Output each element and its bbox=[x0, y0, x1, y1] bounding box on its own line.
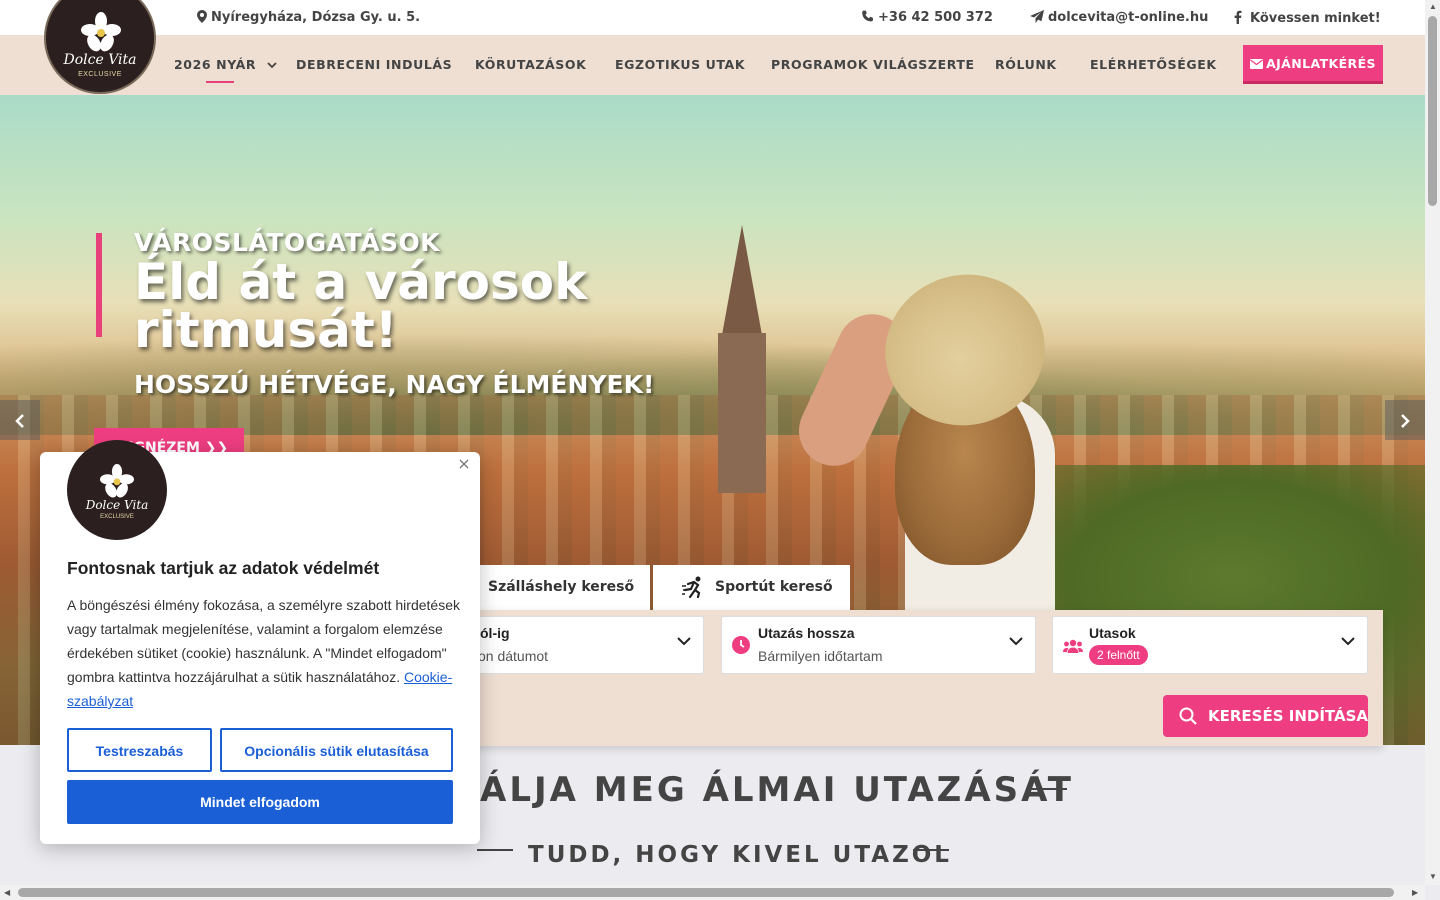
section-heading-dream-trip: ÁLJA MEG ÁLMAI UTAZÁSÁT bbox=[480, 770, 1074, 810]
phone-text: +36 42 500 372 bbox=[878, 10, 993, 25]
scroll-down-arrow[interactable]: ▼ bbox=[1429, 872, 1437, 881]
email-link[interactable]: dolcevita@t-online.hu bbox=[1030, 10, 1208, 25]
chevron-down-icon bbox=[267, 62, 277, 69]
chevron-right-icon bbox=[1401, 414, 1410, 428]
cookie-dialog-text: A böngészési élmény fokozása, a személyr… bbox=[67, 593, 462, 713]
cookie-dialog-title: Fontosnak tartjuk az adatok védelmét bbox=[67, 558, 380, 578]
cookie-logo-brand: Dolce Vita bbox=[85, 498, 149, 512]
scroll-left-arrow[interactable]: ◀ bbox=[4, 888, 10, 897]
scroll-right-arrow[interactable]: ▶ bbox=[1412, 888, 1418, 897]
slide-accent-bar bbox=[96, 233, 102, 337]
phone-link[interactable]: +36 42 500 372 bbox=[861, 10, 993, 25]
tab-sport-trip-search[interactable]: Sportút kereső bbox=[653, 565, 850, 611]
chevron-down-icon bbox=[1009, 637, 1023, 646]
runner-icon bbox=[682, 576, 701, 598]
customize-button[interactable]: Testreszabás bbox=[67, 728, 212, 772]
travelers-field[interactable]: Utasok 2 felnőtt bbox=[1052, 616, 1368, 674]
cookie-consent-dialog: Dolce Vita EXCLUSIVE Fontosnak tartjuk a… bbox=[40, 440, 480, 844]
nav-item-debrecen[interactable]: DEBRECENI INDULÁS bbox=[296, 57, 452, 72]
cookie-logo-subtitle: EXCLUSIVE bbox=[100, 514, 134, 520]
chevron-left-icon bbox=[15, 414, 24, 428]
nav-item-contact[interactable]: ELÉRHETŐSÉGEK bbox=[1090, 57, 1217, 72]
facebook-text: Kövessen minket! bbox=[1250, 11, 1381, 26]
users-icon bbox=[1063, 639, 1083, 653]
heading-divider bbox=[1031, 788, 1067, 790]
heading-divider bbox=[477, 849, 513, 851]
envelope-icon bbox=[1250, 59, 1264, 69]
travelers-count-badge: 2 felnőtt bbox=[1089, 645, 1148, 665]
start-search-button[interactable]: KERESÉS INDÍTÁSA bbox=[1163, 695, 1368, 737]
reject-optional-button[interactable]: Opcionális sütik elutasítása bbox=[220, 728, 453, 772]
email-text: dolcevita@t-online.hu bbox=[1048, 10, 1209, 25]
cookie-dialog-logo: Dolce Vita EXCLUSIVE bbox=[67, 440, 167, 540]
facebook-link[interactable]: Kövessen minket! bbox=[1233, 10, 1381, 26]
horizontal-scrollbar[interactable]: ◀ ▶ bbox=[0, 885, 1425, 900]
hero-cathedral-spire bbox=[722, 225, 762, 335]
nav-item-programs[interactable]: PROGRAMOK VILÁGSZERTE bbox=[771, 57, 975, 72]
search-icon bbox=[1179, 707, 1197, 725]
vertical-scroll-thumb[interactable] bbox=[1428, 16, 1437, 206]
paper-plane-icon bbox=[1030, 10, 1044, 23]
top-bar: Nyíregyháza, Dózsa Gy. u. 5. +36 42 500 … bbox=[0, 0, 1425, 35]
nav-active-indicator bbox=[206, 81, 234, 83]
close-icon[interactable] bbox=[456, 456, 472, 472]
section-heading-who: TUDD, HOGY KIVEL UTAZOL bbox=[528, 842, 952, 868]
date-range-label: ól-ig bbox=[480, 625, 510, 641]
slider-prev-arrow[interactable] bbox=[0, 400, 40, 440]
slide-title: Éld át a városok ritmusát! bbox=[134, 253, 588, 359]
offer-request-button[interactable]: AJÁNLATKÉRÉS bbox=[1243, 45, 1383, 84]
main-nav: 2026 NYÁR DEBRECENI INDULÁS KÖRUTAZÁSOK … bbox=[0, 35, 1425, 95]
clock-icon bbox=[732, 636, 750, 654]
address-text: Nyíregyháza, Dózsa Gy. u. 5. bbox=[211, 10, 421, 25]
address: Nyíregyháza, Dózsa Gy. u. 5. bbox=[197, 10, 420, 25]
heading-divider bbox=[913, 849, 949, 851]
nav-item-exotic[interactable]: EGZOTIKUS UTAK bbox=[615, 57, 745, 72]
offer-request-label: AJÁNLATKÉRÉS bbox=[1266, 56, 1376, 71]
travelers-label: Utasok bbox=[1089, 625, 1136, 641]
phone-icon bbox=[862, 10, 874, 22]
logo-subtitle: EXCLUSIVE bbox=[78, 71, 122, 78]
facebook-icon bbox=[1234, 10, 1242, 24]
sport-trip-tab-label: Sportút kereső bbox=[715, 579, 833, 595]
nav-item-tours[interactable]: KÖRUTAZÁSOK bbox=[475, 57, 586, 72]
horizontal-scroll-thumb[interactable] bbox=[18, 888, 1394, 897]
chevron-down-icon bbox=[1341, 637, 1355, 646]
logo-brand: Dolce Vita bbox=[63, 52, 137, 68]
trip-length-field[interactable]: Utazás hossza Bármilyen időtartam bbox=[721, 616, 1036, 674]
slide-subtitle: HOSSZÚ HÉTVÉGE, NAGY ÉLMÉNYEK! bbox=[134, 370, 655, 399]
vertical-scrollbar[interactable]: ▲ ▼ bbox=[1425, 0, 1440, 885]
nav-item-about[interactable]: RÓLUNK bbox=[995, 57, 1057, 72]
flower-icon bbox=[81, 12, 121, 52]
slider-next-arrow[interactable] bbox=[1385, 400, 1425, 440]
nav-item-label: 2026 NYÁR bbox=[174, 57, 257, 72]
cookie-description: A böngészési élmény fokozása, a személyr… bbox=[67, 597, 460, 685]
trip-length-label: Utazás hossza bbox=[758, 625, 855, 641]
date-range-value: on dátumot bbox=[478, 648, 549, 664]
scroll-up-arrow[interactable]: ▲ bbox=[1429, 2, 1437, 11]
flower-icon bbox=[100, 464, 134, 498]
hero-cathedral-tower bbox=[718, 333, 766, 493]
trip-length-value: Bármilyen időtartam bbox=[758, 648, 883, 664]
map-pin-icon bbox=[197, 10, 207, 23]
chevron-down-icon bbox=[677, 637, 691, 646]
accept-all-button[interactable]: Mindet elfogadom bbox=[67, 780, 453, 824]
nav-item-2026-summer[interactable]: 2026 NYÁR bbox=[174, 57, 277, 72]
travelers-value: 2 felnőtt bbox=[1089, 645, 1148, 665]
start-search-label: KERESÉS INDÍTÁSA bbox=[1208, 707, 1368, 725]
